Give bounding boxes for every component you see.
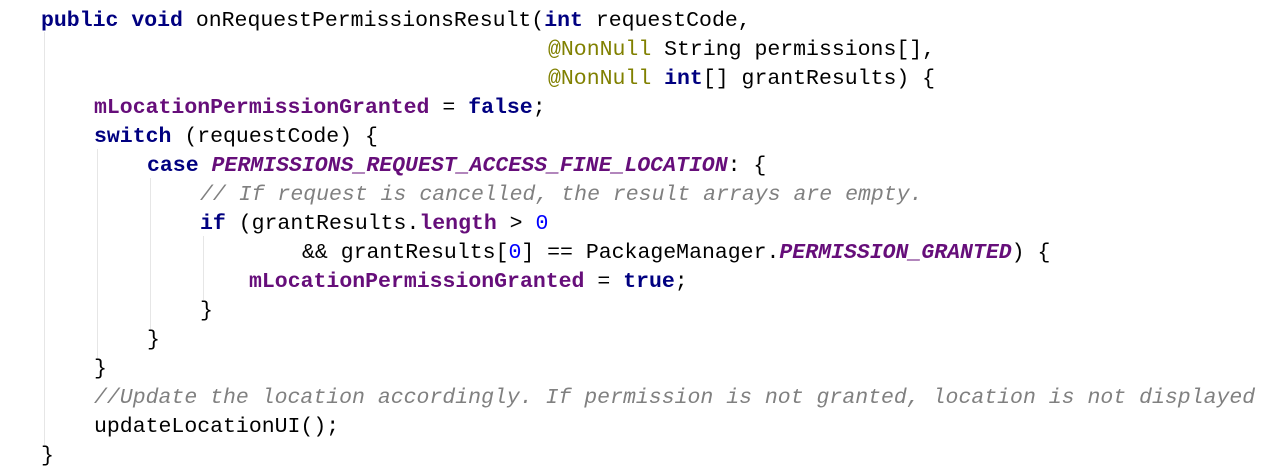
closing-brace: } bbox=[94, 357, 107, 381]
code-text: && grantResults[ bbox=[302, 241, 509, 265]
indent-guide bbox=[203, 236, 204, 300]
code-line-4: mLocationPermissionGranted = false; bbox=[94, 94, 546, 123]
code-text: ] == PackageManager. bbox=[521, 241, 780, 265]
comment: // If request is cancelled, the result a… bbox=[200, 183, 923, 207]
semicolon: ; bbox=[674, 270, 688, 294]
code-line-14: //Update the location accordingly. If pe… bbox=[94, 384, 1255, 413]
code-line-12: } bbox=[147, 326, 160, 355]
constant: PERMISSIONS_REQUEST_ACCESS_FINE_LOCATION bbox=[211, 154, 728, 178]
parameter: [] grantResults) { bbox=[702, 67, 936, 91]
code-line-3: @NonNull int[] grantResults) { bbox=[548, 65, 935, 94]
code-line-10: mLocationPermissionGranted = true; bbox=[249, 268, 688, 297]
code-line-9: && grantResults[0] == PackageManager.PER… bbox=[302, 239, 1050, 268]
keyword: switch bbox=[94, 125, 172, 149]
keyword: if bbox=[200, 212, 226, 236]
code-line-1: public void onRequestPermissionsResult(i… bbox=[41, 7, 751, 36]
keyword: false bbox=[468, 96, 533, 120]
number-literal: 0 bbox=[508, 241, 522, 265]
number-literal: 0 bbox=[535, 212, 549, 236]
annotation: @NonNull bbox=[548, 67, 652, 91]
code-line-13: } bbox=[94, 355, 107, 384]
code-line-7: // If request is cancelled, the result a… bbox=[200, 181, 923, 210]
code-line-5: switch (requestCode) { bbox=[94, 123, 378, 152]
code-text: ) { bbox=[1011, 241, 1051, 265]
keyword: int bbox=[664, 67, 703, 91]
indent-guide bbox=[97, 149, 98, 359]
constant: PERMISSION_GRANTED bbox=[779, 241, 1012, 265]
field-reference: mLocationPermissionGranted bbox=[94, 96, 430, 120]
code-text: (requestCode) { bbox=[171, 125, 378, 149]
indent-guide bbox=[44, 32, 45, 446]
code-line-6: case PERMISSIONS_REQUEST_ACCESS_FINE_LOC… bbox=[147, 152, 766, 181]
keyword: void bbox=[131, 9, 183, 33]
field-reference: length bbox=[419, 212, 497, 236]
closing-brace: } bbox=[200, 299, 213, 323]
method-call: updateLocationUI(); bbox=[94, 415, 340, 439]
operator: > bbox=[496, 212, 536, 236]
code-line-11: } bbox=[200, 297, 213, 326]
code-line-2: @NonNull String permissions[], bbox=[548, 36, 935, 65]
closing-brace: } bbox=[41, 444, 54, 468]
keyword: public bbox=[41, 9, 119, 33]
operator: = bbox=[429, 96, 469, 120]
semicolon: ; bbox=[532, 96, 546, 120]
parameter: String permissions[], bbox=[664, 38, 936, 62]
code-text: : { bbox=[727, 154, 767, 178]
parameter: requestCode, bbox=[595, 9, 751, 33]
code-line-15: updateLocationUI(); bbox=[94, 413, 339, 442]
field-reference: mLocationPermissionGranted bbox=[249, 270, 585, 294]
keyword: int bbox=[544, 9, 583, 33]
code-text: (grantResults. bbox=[225, 212, 420, 236]
closing-brace: } bbox=[147, 328, 160, 352]
comment: //Update the location accordingly. If pe… bbox=[94, 386, 1256, 410]
operator: = bbox=[584, 270, 624, 294]
keyword: true bbox=[623, 270, 675, 294]
code-editor[interactable]: public void onRequestPermissionsResult(i… bbox=[0, 0, 1276, 473]
annotation: @NonNull bbox=[548, 38, 652, 62]
indent-guide bbox=[150, 178, 151, 330]
method-signature: onRequestPermissionsResult( bbox=[195, 9, 545, 33]
keyword: case bbox=[147, 154, 199, 178]
code-line-16: } bbox=[41, 442, 54, 471]
code-line-8: if (grantResults.length > 0 bbox=[200, 210, 548, 239]
